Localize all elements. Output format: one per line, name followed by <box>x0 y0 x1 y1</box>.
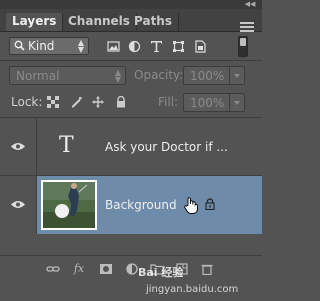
image-filter-icon[interactable] <box>107 40 120 53</box>
baidu-watermark-url: jingyan.baidu.com <box>146 284 239 295</box>
smart-object-filter-icon[interactable] <box>194 40 207 53</box>
lock-icon[interactable] <box>205 198 215 210</box>
search-icon <box>14 40 25 51</box>
filter-kind-label: Kind <box>28 39 55 53</box>
adjustment-layer-icon[interactable] <box>125 263 139 275</box>
layer-filter-row: Kind ▲ ▼ <box>0 32 262 58</box>
hand-cursor-icon <box>184 197 198 214</box>
tab-layers[interactable]: Layers <box>6 13 64 31</box>
opacity-dropdown-icon[interactable] <box>229 67 244 84</box>
link-layers-icon[interactable] <box>46 263 60 275</box>
tab-channels[interactable]: Channels <box>62 13 137 31</box>
eye-icon[interactable] <box>11 200 25 209</box>
shape-filter-icon[interactable] <box>172 40 185 53</box>
adjustment-filter-icon[interactable] <box>128 40 141 53</box>
filter-toggle-switch[interactable] <box>238 36 248 57</box>
divider <box>0 60 262 61</box>
baidu-watermark-logo: Bai 经验 <box>138 266 184 279</box>
layers-bottom-toolbar: fx <box>0 255 262 282</box>
fill-field[interactable]: 100% <box>183 93 245 112</box>
fill-label: Fill: <box>158 95 179 109</box>
eye-icon[interactable] <box>11 142 25 151</box>
opacity-label: Opacity: <box>134 68 184 82</box>
layer-name[interactable]: Background <box>105 198 177 212</box>
tab-paths[interactable]: Paths <box>128 13 179 31</box>
blend-mode-select[interactable]: Normal ▲ ▼ <box>9 66 126 85</box>
layer-thumbnail <box>41 180 97 230</box>
layer-row-background[interactable]: Background <box>0 175 262 234</box>
blend-row: Normal ▲ ▼ Opacity: 100% <box>0 62 262 88</box>
panel-tab-bar: Layers Channels Paths <box>0 9 262 32</box>
layers-list: T Ask your Doctor if ... Background <box>0 117 262 252</box>
chevron-updown-icon: ▲ ▼ <box>114 68 121 84</box>
chevron-updown-icon: ▲ ▼ <box>77 38 84 54</box>
type-filter-icon[interactable] <box>150 40 163 53</box>
lock-image-pixels-icon[interactable] <box>70 96 82 108</box>
golfer-photo-image <box>43 182 95 228</box>
lock-transparent-pixels-icon[interactable] <box>47 96 59 108</box>
add-mask-icon[interactable] <box>99 263 113 275</box>
layers-panel: ◀◀ Layers Channels Paths Kind ▲ ▼ Normal … <box>0 0 262 301</box>
opacity-value: 100% <box>190 69 225 83</box>
lock-label: Lock: <box>11 95 43 109</box>
fill-value: 100% <box>190 96 225 110</box>
blend-mode-value: Normal <box>16 69 60 83</box>
layer-name[interactable]: Ask your Doctor if ... <box>105 140 228 154</box>
visibility-column <box>0 176 37 234</box>
delete-icon[interactable] <box>200 263 214 275</box>
collapse-panel-icon[interactable]: ◀◀ <box>244 0 256 9</box>
lock-all-icon[interactable] <box>115 96 127 108</box>
fx-icon[interactable]: fx <box>72 263 86 275</box>
text-layer-thumbnail-icon: T <box>59 133 74 158</box>
layer-row-text[interactable]: T Ask your Doctor if ... <box>0 117 262 175</box>
filter-kind-select[interactable]: Kind ▲ ▼ <box>9 37 89 55</box>
panel-top-strip: ◀◀ <box>0 0 262 9</box>
fill-dropdown-icon[interactable] <box>229 94 244 111</box>
opacity-field[interactable]: 100% <box>183 66 245 85</box>
visibility-column <box>0 118 37 175</box>
lock-row: Lock: Fill: 100% <box>0 90 262 114</box>
lock-position-icon[interactable] <box>92 96 104 108</box>
